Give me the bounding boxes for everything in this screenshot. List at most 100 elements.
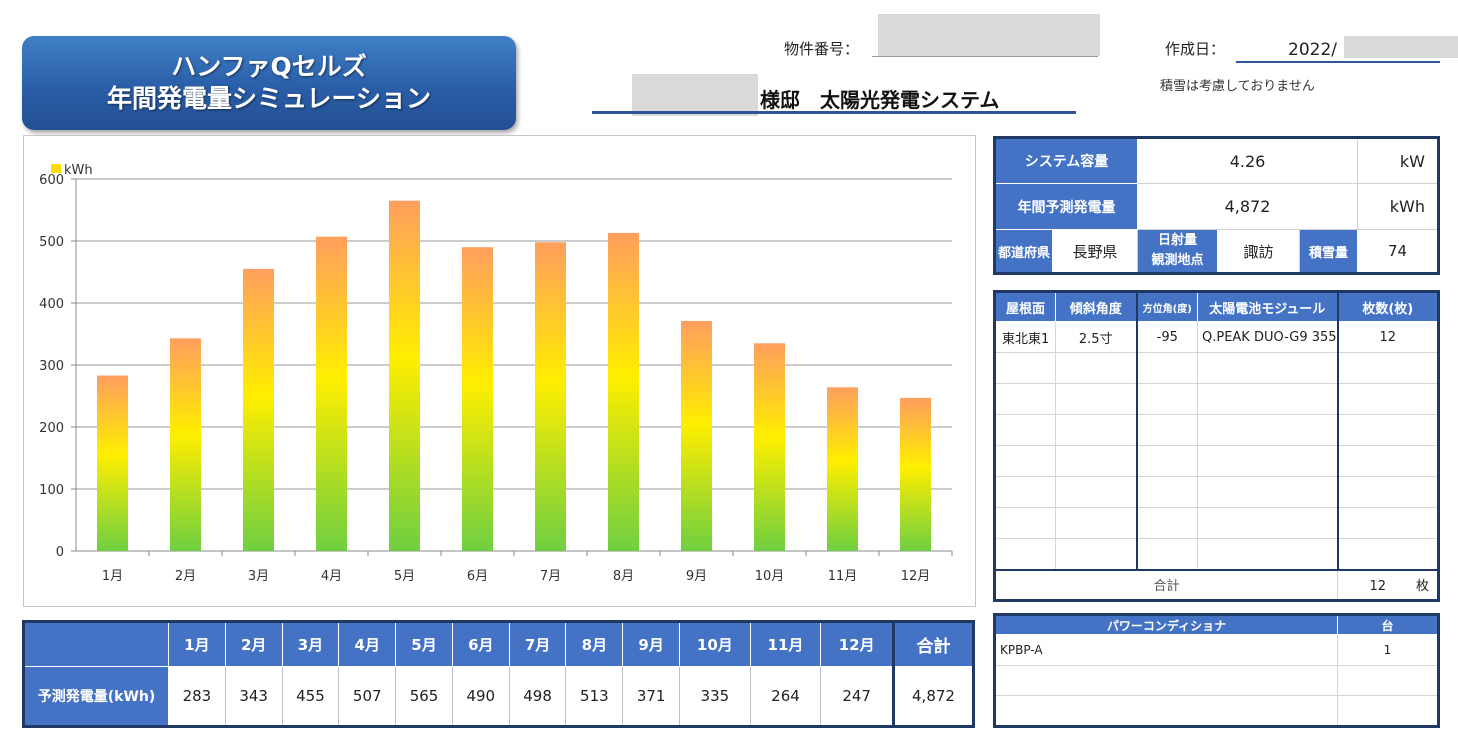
roof-row bbox=[994, 538, 1439, 570]
month-header-9: 9月 bbox=[622, 621, 681, 667]
irradiance-station-label: 日射量 観測地点 bbox=[1137, 229, 1218, 274]
pcs-row: KPBP-A 1 bbox=[994, 634, 1439, 666]
roof-total-unit: 枚 bbox=[1415, 579, 1429, 595]
y-tick-label: 100 bbox=[39, 483, 64, 498]
roof-cell-count bbox=[1337, 476, 1439, 508]
created-date-value: 2022/ bbox=[1288, 40, 1337, 60]
roof-cell-face bbox=[994, 507, 1056, 539]
roof-row bbox=[994, 445, 1439, 477]
annual-value: 4,872 bbox=[1137, 183, 1358, 230]
roof-cell-azimuth bbox=[1136, 538, 1198, 570]
table-corner-cell bbox=[23, 621, 169, 667]
bar-11月 bbox=[827, 387, 858, 551]
y-tick-label: 0 bbox=[56, 545, 64, 560]
month-header-12: 12月 bbox=[820, 621, 894, 667]
month-header-6: 6月 bbox=[451, 621, 510, 667]
roof-cell-azimuth bbox=[1136, 414, 1198, 446]
irradiance-station-value: 諏訪 bbox=[1217, 229, 1300, 274]
month-header-11: 11月 bbox=[749, 621, 822, 667]
month-value-8: 513 bbox=[565, 666, 624, 727]
property-number-label: 物件番号： bbox=[784, 40, 860, 58]
roof-cell-count: 12 bbox=[1337, 321, 1439, 353]
roof-cell-count bbox=[1337, 383, 1439, 415]
roof-total-cell: 12 枚 bbox=[1337, 568, 1439, 601]
roof-cell-azimuth bbox=[1136, 507, 1198, 539]
x-tick-label: 4月 bbox=[321, 569, 342, 584]
roof-cell-count bbox=[1337, 414, 1439, 446]
x-tick-label: 7月 bbox=[540, 569, 561, 584]
month-value-3: 455 bbox=[281, 666, 340, 727]
month-value-12: 247 bbox=[820, 666, 894, 727]
roof-face-header: 屋根面 bbox=[994, 291, 1056, 322]
bar-10月 bbox=[754, 343, 785, 551]
bar-4月 bbox=[316, 236, 347, 551]
roof-cell-module bbox=[1197, 507, 1339, 539]
roof-cell-count bbox=[1337, 445, 1439, 477]
roof-cell-azimuth bbox=[1136, 352, 1198, 384]
power-conditioner-table: パワーコンディショナ 台 KPBP-A 1 bbox=[993, 613, 1440, 728]
roof-cell-azimuth bbox=[1136, 445, 1198, 477]
y-tick-label: 500 bbox=[39, 235, 64, 250]
owner-name-redaction bbox=[632, 74, 758, 116]
pcs-name: KPBP-A bbox=[994, 634, 1338, 666]
pcs-name bbox=[994, 665, 1338, 697]
bar-6月 bbox=[462, 247, 493, 551]
created-date-redaction bbox=[1344, 36, 1458, 58]
created-date-label: 作成日： bbox=[1165, 40, 1226, 58]
pcs-row bbox=[994, 665, 1439, 697]
month-header-7: 7月 bbox=[508, 621, 567, 667]
roof-cell-module bbox=[1197, 476, 1339, 508]
prefecture-label: 都道府県 bbox=[994, 229, 1053, 274]
month-value-6: 490 bbox=[451, 666, 510, 727]
roof-cell-face bbox=[994, 383, 1056, 415]
roof-cell-face bbox=[994, 538, 1056, 570]
roof-cell-angle bbox=[1055, 383, 1138, 415]
pcs-name bbox=[994, 695, 1338, 727]
roof-cell-count bbox=[1337, 507, 1439, 539]
x-tick-label: 12月 bbox=[901, 569, 931, 584]
month-header-1: 1月 bbox=[168, 621, 226, 667]
x-tick-label: 11月 bbox=[828, 569, 858, 584]
legend-swatch bbox=[51, 164, 61, 173]
owner-underline bbox=[592, 111, 1076, 114]
roof-cell-angle bbox=[1055, 507, 1138, 539]
capacity-unit: kW bbox=[1357, 137, 1439, 184]
roof-cell-angle bbox=[1055, 538, 1138, 570]
x-tick-label: 10月 bbox=[755, 569, 785, 584]
legend-label: kWh bbox=[64, 163, 93, 178]
title-line-2: 年間発電量シミュレーション bbox=[106, 84, 431, 113]
property-number-redaction bbox=[878, 14, 1100, 56]
annual-unit: kWh bbox=[1357, 183, 1439, 230]
bar-1月 bbox=[97, 375, 128, 551]
roof-total-value: 12 bbox=[1369, 579, 1386, 595]
snow-label: 積雪量 bbox=[1299, 229, 1358, 274]
roof-count-header: 枚数(枚) bbox=[1337, 291, 1439, 322]
annual-label: 年間予測発電量 bbox=[994, 183, 1138, 230]
roof-cell-face bbox=[994, 414, 1056, 446]
month-value-row: 予測発電量(kWh) 283 343 455 507 565 490 498 513 371 33… bbox=[23, 666, 974, 727]
x-tick-label: 1月 bbox=[102, 569, 123, 584]
roof-row bbox=[994, 476, 1439, 508]
pcs-row bbox=[994, 695, 1439, 727]
roof-module-header: 太陽電池モジュール bbox=[1196, 291, 1339, 322]
irradiance-label-line1: 日射量 bbox=[1157, 233, 1197, 248]
snow-value: 74 bbox=[1357, 229, 1439, 274]
month-header-row: 1月 2月 3月 4月 5月 6月 7月 8月 9月 10月 11月 12月 合計 bbox=[23, 621, 974, 667]
prefecture-value: 長野県 bbox=[1052, 229, 1138, 274]
y-tick-label: 600 bbox=[39, 173, 64, 188]
roof-cell-angle: 2.5寸 bbox=[1055, 321, 1138, 353]
roof-row bbox=[994, 507, 1439, 539]
y-tick-label: 400 bbox=[39, 297, 64, 312]
roof-cell-angle bbox=[1055, 476, 1138, 508]
pcs-body: KPBP-A 1 bbox=[994, 634, 1439, 727]
month-value-5: 565 bbox=[395, 666, 453, 727]
pcs-name-header: パワーコンディショナ bbox=[994, 614, 1338, 635]
month-total-header: 合計 bbox=[892, 621, 974, 667]
pcs-count: 1 bbox=[1337, 634, 1439, 666]
roof-cell-angle bbox=[1055, 352, 1138, 384]
roof-cell-module bbox=[1197, 538, 1339, 570]
bar-8月 bbox=[608, 232, 639, 551]
chart-svg: 0 100 200 300 400 500 600kWh 1月 2月 3月 4月 5月 6月 7月 8月 9月… bbox=[39, 163, 953, 584]
roof-total-label: 合計 bbox=[994, 568, 1339, 601]
roof-row bbox=[994, 414, 1439, 446]
